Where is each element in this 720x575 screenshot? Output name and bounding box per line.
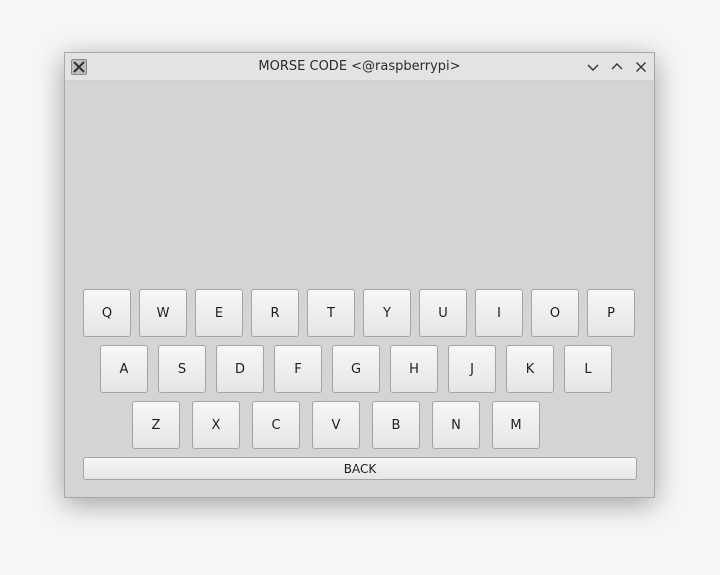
title-bar[interactable]: MORSE CODE <@raspberrypi>: [65, 53, 654, 81]
app-window: MORSE CODE <@raspberrypi> Q W E R T Y U …: [64, 52, 655, 498]
key-i[interactable]: I: [475, 289, 523, 337]
key-r[interactable]: R: [251, 289, 299, 337]
close-icon[interactable]: [632, 58, 650, 76]
key-w[interactable]: W: [139, 289, 187, 337]
key-y[interactable]: Y: [363, 289, 411, 337]
key-t[interactable]: T: [307, 289, 355, 337]
key-c[interactable]: C: [252, 401, 300, 449]
window-title: MORSE CODE <@raspberrypi>: [258, 59, 461, 74]
key-p[interactable]: P: [587, 289, 635, 337]
minimize-icon[interactable]: [584, 58, 602, 76]
key-f[interactable]: F: [274, 345, 322, 393]
key-l[interactable]: L: [564, 345, 612, 393]
key-v[interactable]: V: [312, 401, 360, 449]
key-s[interactable]: S: [158, 345, 206, 393]
key-x[interactable]: X: [192, 401, 240, 449]
key-k[interactable]: K: [506, 345, 554, 393]
key-u[interactable]: U: [419, 289, 467, 337]
key-q[interactable]: Q: [83, 289, 131, 337]
key-n[interactable]: N: [432, 401, 480, 449]
key-a[interactable]: A: [100, 345, 148, 393]
back-button[interactable]: BACK: [83, 457, 637, 480]
key-d[interactable]: D: [216, 345, 264, 393]
key-j[interactable]: J: [448, 345, 496, 393]
key-m[interactable]: M: [492, 401, 540, 449]
key-o[interactable]: O: [531, 289, 579, 337]
key-b[interactable]: B: [372, 401, 420, 449]
key-h[interactable]: H: [390, 345, 438, 393]
key-g[interactable]: G: [332, 345, 380, 393]
key-e[interactable]: E: [195, 289, 243, 337]
maximize-icon[interactable]: [608, 58, 626, 76]
key-z[interactable]: Z: [132, 401, 180, 449]
